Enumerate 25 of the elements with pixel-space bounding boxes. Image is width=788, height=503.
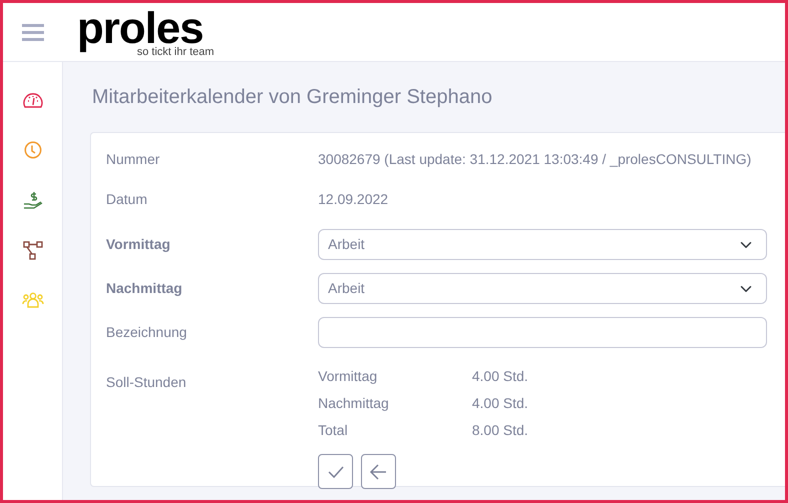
field-label: Soll-Stunden	[106, 373, 188, 392]
hours-value: 8.00 Std.	[472, 421, 528, 440]
gauge-icon[interactable]	[22, 92, 42, 109]
text-field[interactable]	[318, 317, 767, 348]
confirm-button[interactable]	[318, 454, 353, 489]
menu-icon[interactable]	[22, 24, 44, 40]
hours-label: Vormittag	[318, 367, 378, 386]
hours-label: Nachmittag	[318, 394, 390, 413]
field-label: Datum	[106, 190, 148, 209]
hours-label: Total	[318, 421, 349, 440]
select-field[interactable]: Arbeit	[318, 273, 767, 304]
hand-dollar-icon[interactable]	[22, 191, 42, 209]
field-label: Bezeichnung	[106, 323, 188, 342]
hours-value: 4.00 Std.	[472, 367, 528, 386]
node-graph-icon[interactable]	[22, 241, 42, 260]
field-value: 12.09.2022	[318, 190, 388, 209]
field-label: Nachmittag	[106, 279, 184, 298]
back-button[interactable]	[361, 454, 396, 489]
field-value: 30082679 (Last update: 31.12.2021 13:03:49 / _prolesCONSULTING)	[318, 150, 752, 169]
clock-icon[interactable]	[24, 141, 42, 159]
select-field[interactable]: Arbeit	[318, 229, 767, 260]
hours-value: 4.00 Std.	[472, 394, 528, 413]
field-label: Nummer	[106, 150, 161, 169]
field-label: Vormittag	[106, 235, 172, 254]
page-title: Mitarbeiterkalender von Greminger Stephano	[92, 85, 494, 110]
